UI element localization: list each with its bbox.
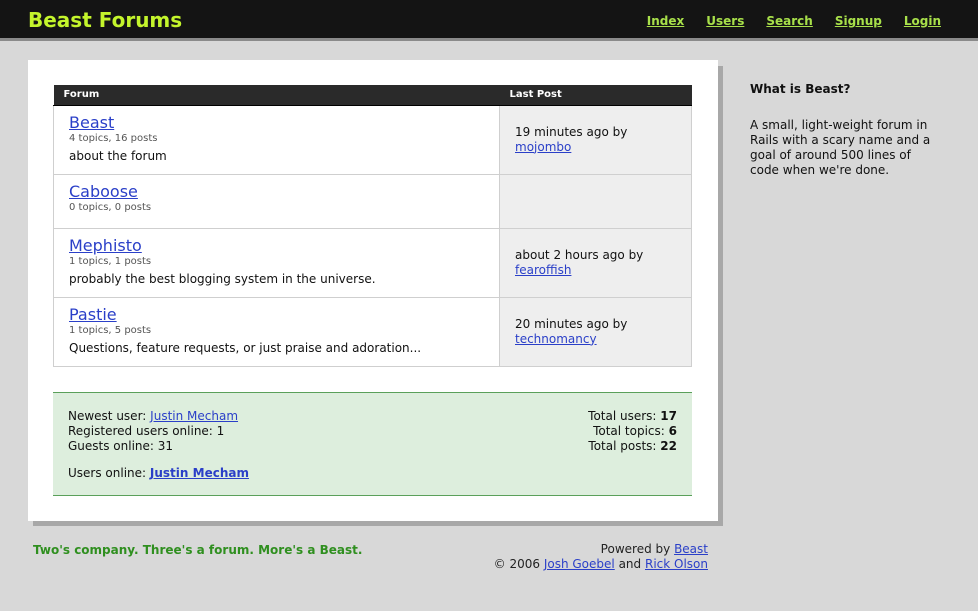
total-posts-value: 22 [660, 439, 677, 453]
last-post-cell [499, 173, 692, 229]
nav-index-link[interactable]: Index [647, 14, 684, 28]
last-post-time: about 2 hours ago by [515, 247, 644, 262]
forum-counts: 4 topics, 16 posts [69, 132, 158, 144]
beast-link[interactable]: Beast [674, 542, 708, 556]
forum-description: probably the best blogging system in the… [69, 271, 376, 286]
sidebar: What is Beast? A small, light-weight for… [750, 82, 935, 178]
table-row: Beast 4 topics, 16 posts about the forum… [53, 104, 692, 175]
sidebar-description: A small, light-weight forum in Rails wit… [750, 118, 931, 177]
last-post-column-header: Last Post [499, 85, 692, 106]
total-users-line: Total users: 17 [588, 409, 677, 424]
and-text: and [618, 557, 642, 571]
users-online-line: Users online: Justin Mecham [68, 466, 249, 481]
forum-link-caboose[interactable]: Caboose [69, 182, 138, 201]
newest-user-link[interactable]: Justin Mecham [150, 409, 238, 423]
forum-link-mephisto[interactable]: Mephisto [69, 236, 142, 255]
forum-cell: Caboose 0 topics, 0 posts [53, 173, 500, 229]
newest-user-label: Newest user: [68, 409, 147, 423]
site-header: Beast Forums Index Users Search Signup L… [0, 0, 978, 41]
table-row: Pastie 1 topics, 5 posts Questions, feat… [53, 296, 692, 367]
forum-cell: Beast 4 topics, 16 posts about the forum [53, 104, 500, 175]
total-posts-line: Total posts: 22 [588, 439, 677, 454]
nav-login-link[interactable]: Login [904, 14, 941, 28]
registered-online-line: Registered users online: 1 [68, 424, 249, 439]
table-header-row: Forum Last Post [53, 85, 692, 106]
registered-online-value: 1 [216, 424, 225, 438]
newest-user-line: Newest user: Justin Mecham [68, 409, 249, 424]
last-post-time: 19 minutes ago by [515, 124, 628, 139]
forum-link-pastie[interactable]: Pastie [69, 305, 117, 324]
stats-left: Newest user: Justin Mecham Registered us… [68, 409, 249, 481]
total-users-value: 17 [660, 409, 677, 423]
registered-online-label: Registered users online: [68, 424, 213, 438]
site-title[interactable]: Beast Forums [28, 8, 182, 32]
total-users-label: Total users: [588, 409, 657, 423]
copyright-line: © 2006 Josh Goebel and Rick Olson [494, 557, 708, 572]
forum-table: Forum Last Post Beast 4 topics, 16 posts… [53, 85, 692, 367]
nav-users-link[interactable]: Users [706, 14, 744, 28]
footer-tagline: Two's company. Three's a forum. More's a… [33, 543, 363, 557]
forum-counts: 1 topics, 1 posts [69, 255, 152, 267]
guests-online-value: 31 [157, 439, 174, 453]
online-user-link[interactable]: Justin Mecham [150, 466, 249, 480]
last-post-time: 20 minutes ago by [515, 316, 628, 331]
total-topics-line: Total topics: 6 [588, 424, 677, 439]
stats-right: Total users: 17 Total topics: 6 Total po… [588, 409, 677, 454]
stats-box: Newest user: Justin Mecham Registered us… [53, 392, 692, 496]
nav-search-link[interactable]: Search [766, 14, 812, 28]
last-post-user-link[interactable]: technomancy [515, 332, 597, 346]
forum-column-header: Forum [53, 85, 500, 106]
last-post-cell: 20 minutes ago by technomancy [499, 296, 692, 367]
author-link-josh[interactable]: Josh Goebel [544, 557, 615, 571]
table-row: Mephisto 1 topics, 1 posts probably the … [53, 227, 692, 298]
users-online-label: Users online: [68, 466, 147, 480]
last-post-user-link[interactable]: mojombo [515, 140, 571, 154]
forum-counts: 0 topics, 0 posts [69, 201, 152, 213]
powered-by-label: Powered by [600, 542, 671, 556]
top-nav: Index Users Search Signup Login [647, 14, 941, 28]
forum-description: about the forum [69, 148, 167, 163]
copyright-text: © 2006 [493, 557, 540, 571]
nav-signup-link[interactable]: Signup [835, 14, 882, 28]
powered-by-line: Powered by Beast [494, 542, 708, 557]
total-topics-value: 6 [668, 424, 677, 438]
last-post-cell: about 2 hours ago by fearoffish [499, 227, 692, 298]
forum-cell: Mephisto 1 topics, 1 posts probably the … [53, 227, 500, 298]
total-topics-label: Total topics: [593, 424, 665, 438]
main-panel: Forum Last Post Beast 4 topics, 16 posts… [28, 60, 718, 521]
last-post-cell: 19 minutes ago by mojombo [499, 104, 692, 175]
forum-description: Questions, feature requests, or just pra… [69, 340, 422, 355]
guests-online-label: Guests online: [68, 439, 154, 453]
table-row: Caboose 0 topics, 0 posts [53, 173, 692, 229]
footer-credits: Powered by Beast © 2006 Josh Goebel and … [494, 542, 708, 572]
author-link-rick[interactable]: Rick Olson [645, 557, 708, 571]
guests-online-line: Guests online: 31 [68, 439, 249, 454]
forum-counts: 1 topics, 5 posts [69, 324, 152, 336]
last-post-user-link[interactable]: fearoffish [515, 263, 571, 277]
total-posts-label: Total posts: [588, 439, 657, 453]
forum-link-beast[interactable]: Beast [69, 113, 114, 132]
forum-cell: Pastie 1 topics, 5 posts Questions, feat… [53, 296, 500, 367]
sidebar-title: What is Beast? [750, 82, 851, 96]
